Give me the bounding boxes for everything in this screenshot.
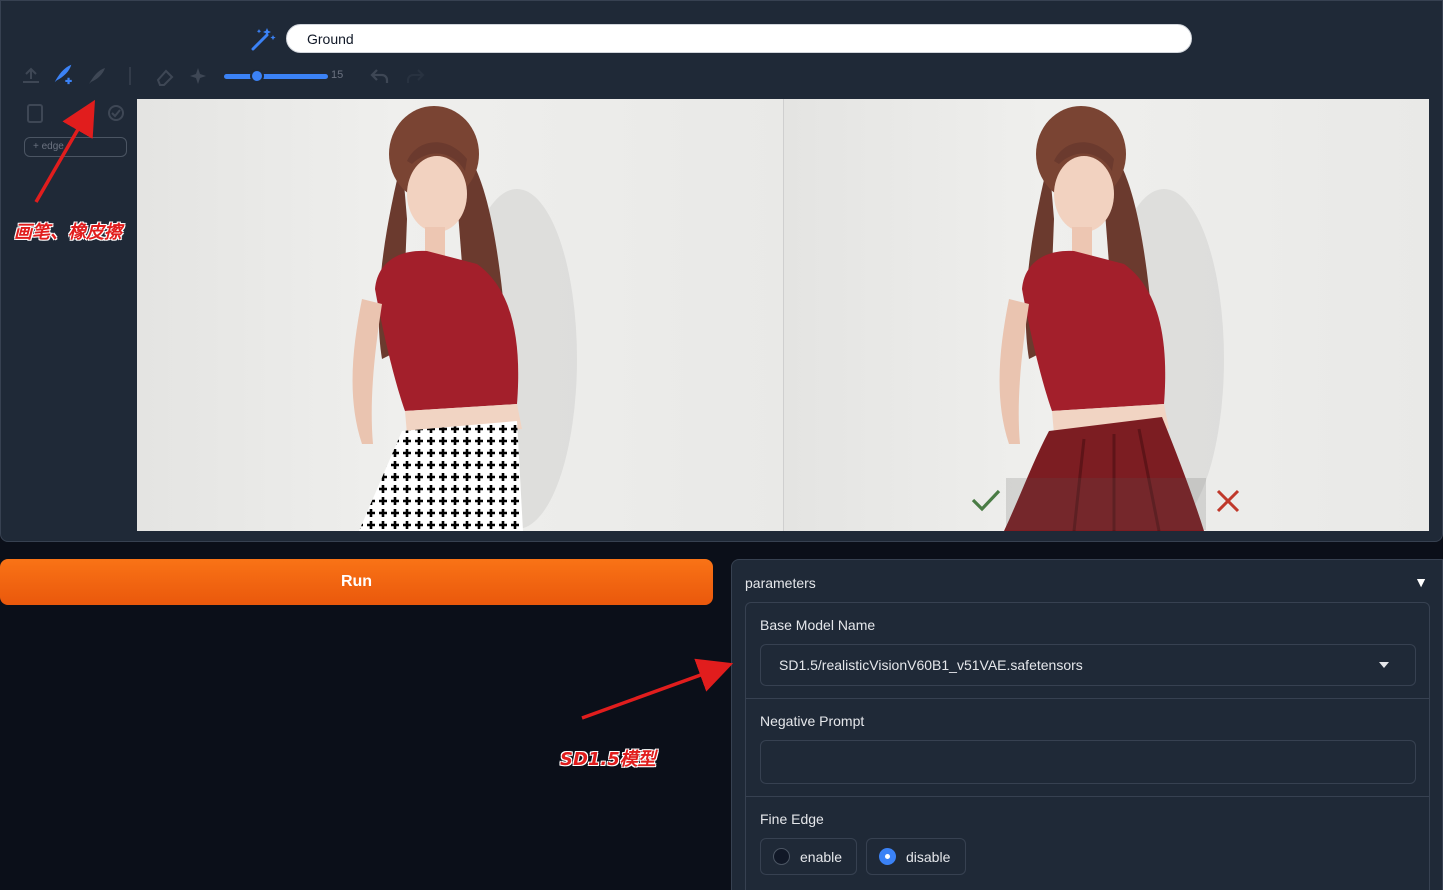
base-model-dropdown[interactable]: SD1.5/realisticVisionV60B1_v51VAE.safete… (760, 644, 1416, 686)
brush-size-slider[interactable] (224, 69, 328, 83)
upload-icon[interactable] (19, 64, 43, 88)
woman-photo-masked (352, 106, 577, 531)
image-canvas-area (137, 99, 1430, 531)
base-model-value: SD1.5/realisticVisionV60B1_v51VAE.safete… (779, 657, 1083, 673)
visibility-icon[interactable] (104, 101, 128, 125)
divider-icon (119, 64, 143, 88)
chevron-down-icon (1379, 662, 1389, 668)
magic-wand-icon[interactable] (249, 25, 277, 53)
parameters-title[interactable]: parameters (745, 575, 816, 591)
close-icon[interactable] (1214, 487, 1242, 515)
negative-prompt-label: Negative Prompt (760, 713, 865, 729)
annotation-brush-eraser: 画笔、橡皮擦 (14, 222, 122, 243)
parameters-panel: parameters ▼ Base Model Name SD1.5/reali… (731, 559, 1443, 890)
negative-prompt-block: Negative Prompt (746, 699, 1429, 797)
slider-track (224, 74, 328, 79)
image-editor-panel: 15 + edge (0, 0, 1443, 542)
base-model-block: Base Model Name SD1.5/realisticVisionV60… (746, 603, 1429, 699)
fine-edge-block: Fine Edge enable disable (746, 797, 1429, 890)
undo-icon[interactable] (368, 64, 392, 88)
slider-thumb[interactable] (250, 69, 264, 83)
brush-remove-icon[interactable] (85, 64, 109, 88)
redo-icon[interactable] (403, 64, 427, 88)
fine-edge-enable-radio[interactable]: enable (760, 838, 857, 875)
fine-edge-label: Fine Edge (760, 811, 824, 827)
radio-indicator-selected (879, 848, 896, 865)
fine-edge-disable-radio[interactable]: disable (866, 838, 966, 875)
result-image[interactable] (783, 99, 1429, 531)
radio-indicator (773, 848, 790, 865)
accept-reject-bar (1006, 478, 1206, 530)
woman-photo-result (999, 106, 1224, 531)
source-image-mask[interactable] (137, 99, 783, 531)
clipboard-icon[interactable] (23, 101, 47, 125)
negative-prompt-input[interactable] (760, 740, 1416, 784)
brush-size-value: 15 (331, 69, 344, 81)
radio-label: disable (906, 848, 951, 865)
sparkle-icon[interactable] (186, 64, 210, 88)
prompt-input[interactable] (286, 24, 1192, 53)
edge-tag[interactable]: + edge (24, 137, 127, 157)
run-button[interactable]: Run (0, 559, 713, 605)
annotation-sd15-model: SD1.5模型 (560, 749, 656, 770)
eraser-icon[interactable] (153, 64, 177, 88)
collapse-toggle-icon[interactable]: ▼ (1414, 574, 1428, 590)
radio-label: enable (800, 848, 843, 865)
arrow-to-model (581, 658, 734, 720)
parameters-body: Base Model Name SD1.5/realisticVisionV60… (745, 602, 1430, 890)
base-model-label: Base Model Name (760, 617, 876, 633)
check-icon[interactable] (970, 487, 1002, 513)
brush-add-icon[interactable] (51, 62, 75, 86)
